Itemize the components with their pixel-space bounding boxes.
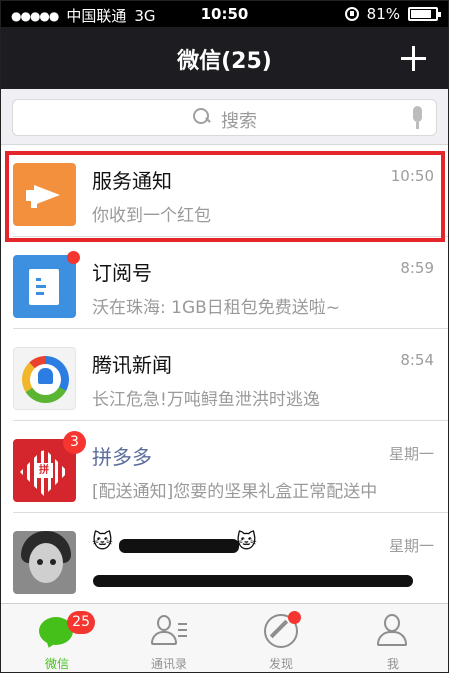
search-bar: 搜索 — [1, 89, 448, 145]
chat-item-contact[interactable]: 🐱 🐱 星期一 — [1, 513, 448, 603]
chat-preview: 沃在珠海: 1GB日租包免费送啦~ — [92, 298, 341, 318]
cat-emoji-icon: 🐱 — [236, 529, 257, 553]
wechat-screen: ●●●●● 中国联通 3G 10:50 81% 微信(25) 搜索 服务通知 1… — [0, 0, 449, 673]
tab-label: 我 — [386, 657, 399, 671]
battery-icon — [408, 7, 441, 21]
chat-bubble-icon: 25 — [39, 611, 95, 649]
battery-percent: 81% — [366, 5, 400, 23]
search-placeholder: 搜索 — [221, 111, 257, 132]
chat-time: 8:54 — [400, 351, 434, 369]
bell-icon — [38, 368, 53, 384]
cat-emoji-icon: 🐱 — [92, 529, 113, 553]
search-input[interactable]: 搜索 — [12, 99, 437, 136]
chat-item-pinduoduo[interactable]: 拼 3 拼多多 星期一 [配送通知]您要的坚果礼盒正常配送中 — [1, 421, 448, 513]
avatar — [13, 531, 76, 594]
search-icon — [193, 108, 210, 125]
chat-name: 🐱 — [92, 529, 113, 553]
tab-discover[interactable]: 发现 — [225, 604, 337, 672]
avatar — [13, 251, 80, 318]
nav-bar: 微信(25) — [1, 27, 448, 89]
chat-preview: 长江危急!万吨鲟鱼泄洪时逃逸 — [92, 390, 320, 410]
redaction-scribble — [119, 539, 239, 553]
unread-count-badge: 3 — [63, 431, 86, 454]
tab-label: 通讯录 — [150, 657, 187, 671]
tab-label: 发现 — [268, 657, 293, 671]
unread-dot — [288, 611, 301, 624]
chat-preview: [配送通知]您要的坚果礼盒正常配送中 — [92, 482, 378, 502]
orientation-lock-icon — [344, 7, 359, 21]
chat-item-subscriptions[interactable]: 订阅号 8:59 沃在珠海: 1GB日租包免费送啦~ — [1, 237, 448, 329]
tab-label: 微信 — [44, 657, 69, 671]
chat-name-suffix: 🐱 — [236, 529, 257, 553]
chat-name: 腾讯新闻 — [92, 353, 172, 377]
tab-bar: 25 微信 通讯录 发现 我 — [1, 603, 448, 672]
tab-chats[interactable]: 25 微信 — [1, 604, 113, 672]
chat-list: 服务通知 10:50 你收到一个红包 订阅号 8:59 沃在珠海: 1GB日租包… — [1, 145, 448, 603]
pinduoduo-logo-mark: 拼 — [35, 463, 53, 478]
unread-count-badge: 25 — [67, 611, 95, 634]
chat-time: 星期一 — [388, 537, 434, 555]
unread-dot — [67, 251, 80, 264]
microphone-icon[interactable] — [410, 106, 424, 130]
chat-time: 星期一 — [388, 445, 434, 463]
chat-item-service-notice[interactable]: 服务通知 10:50 你收到一个红包 — [1, 145, 448, 242]
chat-time: 8:59 — [400, 259, 434, 277]
tab-contacts[interactable]: 通讯录 — [113, 604, 225, 672]
chat-item-tencent-news[interactable]: 腾讯新闻 8:54 长江危急!万吨鲟鱼泄洪时逃逸 — [1, 329, 448, 421]
chat-name: 拼多多 — [92, 445, 152, 469]
avatar — [13, 347, 76, 410]
person-icon — [375, 613, 411, 649]
avatar: 拼 3 — [13, 431, 86, 502]
tab-me[interactable]: 我 — [337, 604, 448, 672]
chat-name: 订阅号 — [92, 261, 152, 285]
status-bar: ●●●●● 中国联通 3G 10:50 81% — [1, 1, 448, 27]
highlight-box — [5, 151, 445, 242]
plus-icon[interactable] — [401, 46, 426, 71]
person-avatar — [29, 543, 63, 583]
redaction-scribble — [93, 575, 413, 587]
contacts-icon — [151, 613, 187, 649]
document-icon — [29, 269, 59, 305]
compass-icon — [263, 611, 301, 649]
page-title: 微信(25) — [177, 49, 272, 74]
